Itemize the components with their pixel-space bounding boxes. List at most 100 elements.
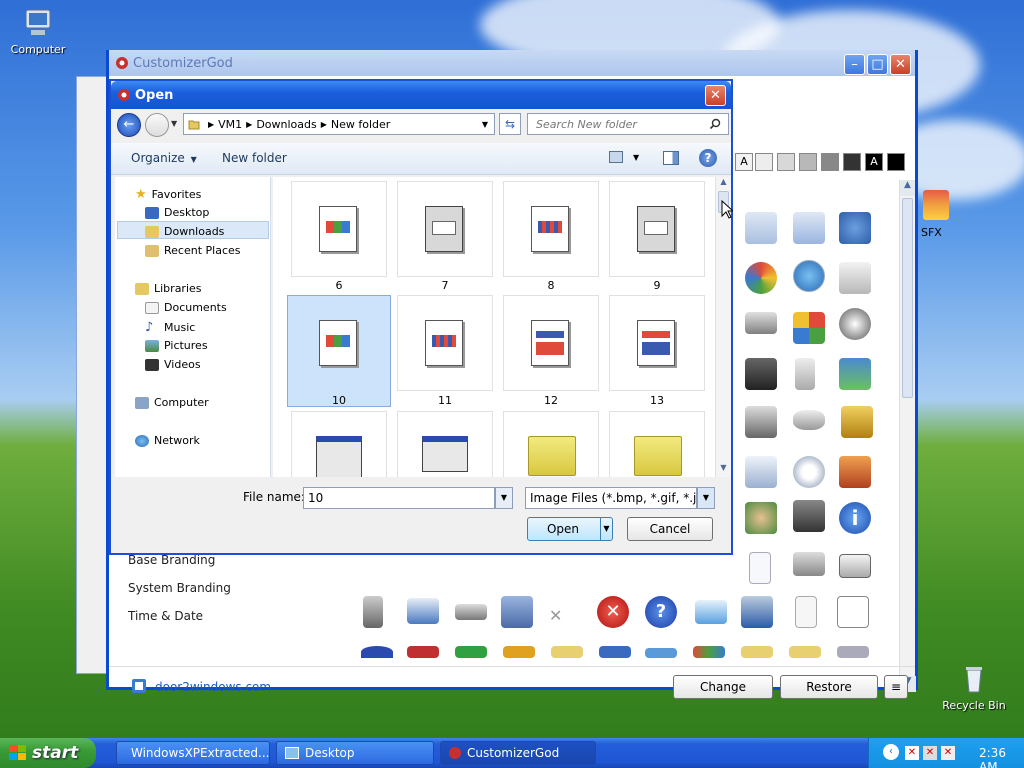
- nav-desktop[interactable]: Desktop: [145, 206, 209, 219]
- help-button[interactable]: ?: [699, 149, 717, 167]
- color-swatch[interactable]: [843, 153, 861, 171]
- scroll-down-button[interactable]: ▼: [716, 463, 731, 477]
- change-button[interactable]: Change: [673, 675, 773, 699]
- resource-icon[interactable]: [793, 312, 825, 344]
- resource-icon[interactable]: [693, 646, 725, 658]
- breadcrumb-vm1[interactable]: VM1: [218, 118, 242, 131]
- file-item[interactable]: [291, 411, 387, 477]
- file-item[interactable]: [503, 181, 599, 277]
- color-swatch[interactable]: [777, 153, 795, 171]
- color-swatch[interactable]: [887, 153, 905, 171]
- file-item[interactable]: [397, 411, 493, 477]
- refresh-button[interactable]: ⇆: [499, 113, 521, 135]
- taskbar-item-desktop[interactable]: Desktop: [276, 741, 434, 765]
- organize-button[interactable]: Organize ▼: [131, 151, 197, 165]
- minimize-button[interactable]: –: [844, 54, 865, 75]
- search-input[interactable]: Search New folder: [527, 113, 729, 135]
- maximize-button[interactable]: □: [867, 54, 888, 75]
- sfx-icon[interactable]: [923, 190, 949, 220]
- restore-button[interactable]: Restore: [780, 675, 878, 699]
- nav-music[interactable]: ♪ Music: [145, 320, 195, 335]
- nav-videos[interactable]: Videos: [145, 358, 201, 371]
- taskbar-item-customizergod[interactable]: CustomizerGod: [440, 741, 596, 765]
- start-button[interactable]: start: [0, 738, 96, 768]
- filetype-select[interactable]: Image Files (*.bmp, *.gif, *.jpg,: [525, 487, 697, 509]
- desktop-icon-computer[interactable]: Computer: [3, 8, 73, 56]
- monitor-icon[interactable]: [741, 596, 773, 628]
- nav-computer[interactable]: Computer: [135, 396, 209, 409]
- resource-icon[interactable]: [745, 262, 777, 294]
- color-swatch[interactable]: [821, 153, 839, 171]
- file-list-scrollbar[interactable]: ▲ ▼: [715, 177, 731, 477]
- resource-icon[interactable]: [745, 212, 777, 244]
- clock[interactable]: 2:36 AM: [979, 746, 1024, 768]
- breadcrumb-downloads[interactable]: Downloads: [256, 118, 316, 131]
- resource-icon[interactable]: [839, 456, 871, 488]
- resource-icon[interactable]: [839, 212, 871, 244]
- resource-icon[interactable]: [839, 262, 871, 294]
- dialog-close-button[interactable]: ✕: [705, 85, 726, 106]
- nav-pictures[interactable]: Pictures: [145, 339, 208, 352]
- folder-icon[interactable]: [551, 646, 583, 658]
- resource-icon[interactable]: [793, 212, 825, 244]
- back-button[interactable]: ←: [117, 113, 141, 137]
- users-icon[interactable]: [745, 502, 777, 534]
- grid-scrollbar[interactable]: ▲ ▼: [899, 180, 916, 692]
- presentation-icon[interactable]: [837, 596, 869, 628]
- resource-icon[interactable]: [745, 312, 777, 334]
- folder-item[interactable]: [503, 411, 599, 477]
- new-folder-button[interactable]: New folder: [222, 151, 287, 165]
- address-bar[interactable]: ▶ VM1 ▶ Downloads ▶ New folder ▼: [183, 113, 495, 135]
- file-item[interactable]: [609, 295, 705, 391]
- resource-icon[interactable]: [793, 260, 825, 292]
- resource-icon[interactable]: [745, 358, 777, 390]
- phone-icon[interactable]: [363, 596, 383, 628]
- customizergod-titlebar[interactable]: CustomizerGod – □ ✕: [109, 50, 915, 76]
- view-dropdown-icon[interactable]: ▼: [633, 153, 639, 162]
- document-icon[interactable]: [749, 552, 771, 584]
- view-options-button[interactable]: [609, 151, 623, 163]
- address-dropdown-icon[interactable]: ▼: [482, 120, 488, 129]
- resource-icon[interactable]: [793, 410, 825, 430]
- scanner-icon[interactable]: [455, 604, 487, 620]
- taskbar-item-winrar[interactable]: WindowsXPExtracted...: [116, 741, 270, 765]
- nav-libraries[interactable]: Libraries: [135, 282, 202, 295]
- info-icon[interactable]: i: [839, 502, 871, 534]
- lock-icon[interactable]: [841, 406, 873, 438]
- network-status-icon[interactable]: ✕: [923, 746, 937, 760]
- resource-icon[interactable]: [501, 596, 533, 628]
- open-split-dropdown-icon[interactable]: ▼: [600, 518, 612, 540]
- menu-button[interactable]: ≡: [884, 675, 908, 699]
- folder-icon[interactable]: [741, 646, 773, 658]
- tray-expand-icon[interactable]: ‹: [883, 744, 899, 760]
- nav-downloads[interactable]: Downloads: [145, 225, 224, 238]
- server-icon[interactable]: [793, 500, 825, 532]
- scroll-up-button[interactable]: ▲: [900, 180, 915, 196]
- folder-icon[interactable]: [789, 646, 821, 658]
- volume-icon[interactable]: ✕: [941, 746, 955, 760]
- resource-icon[interactable]: [645, 648, 677, 658]
- resource-icon[interactable]: [793, 552, 825, 576]
- resource-icon[interactable]: [839, 308, 871, 340]
- color-swatch[interactable]: [799, 153, 817, 171]
- color-swatch[interactable]: [755, 153, 773, 171]
- document-icon[interactable]: [795, 596, 817, 628]
- nav-favorites[interactable]: ★ Favorites: [135, 187, 201, 202]
- error-icon[interactable]: ✕: [597, 596, 629, 628]
- recent-locations-dropdown[interactable]: ▼: [171, 119, 177, 128]
- preview-pane-button[interactable]: [663, 151, 679, 165]
- security-alert-icon[interactable]: ✕: [905, 746, 919, 760]
- file-item[interactable]: [397, 181, 493, 277]
- folder-item[interactable]: [609, 411, 705, 477]
- sidebar-item-system-branding[interactable]: System Branding: [128, 581, 231, 595]
- door2windows-link[interactable]: door2windows.com: [155, 680, 271, 694]
- close-button[interactable]: ✕: [890, 54, 911, 75]
- resource-icon[interactable]: [599, 646, 631, 658]
- help-icon[interactable]: [361, 646, 393, 658]
- filename-input[interactable]: 10: [303, 487, 495, 509]
- resource-icon[interactable]: [839, 358, 871, 390]
- desktop-icon-recycle-bin[interactable]: Recycle Bin: [939, 664, 1009, 712]
- cancel-button[interactable]: Cancel: [627, 517, 713, 541]
- gear-icon[interactable]: [793, 456, 825, 488]
- nav-network[interactable]: Network: [135, 434, 200, 447]
